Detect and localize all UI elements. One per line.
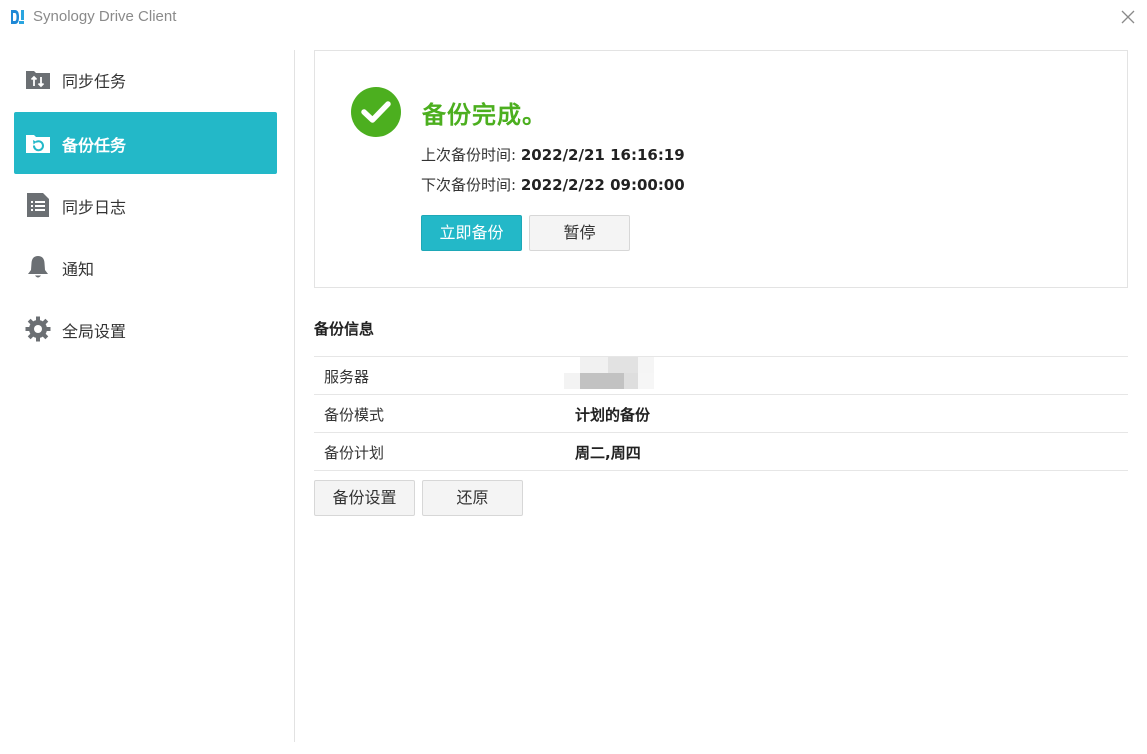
table-row: 备份计划 周二,周四	[314, 432, 1128, 471]
title-bar: Synology Drive Client	[0, 0, 1147, 34]
next-backup-label: 下次备份时间:	[421, 176, 521, 194]
sidebar-item-backup-tasks[interactable]: 备份任务	[14, 112, 277, 174]
sync-folder-icon	[26, 71, 50, 89]
bell-icon	[28, 256, 48, 278]
last-backup-label: 上次备份时间:	[421, 146, 521, 164]
backup-settings-button[interactable]: 备份设置	[314, 480, 415, 516]
pause-button[interactable]: 暂停	[529, 215, 630, 251]
next-backup-time: 下次备份时间: 2022/2/22 09:00:00	[421, 174, 685, 195]
backup-folder-icon	[26, 135, 50, 153]
backup-info-title: 备份信息	[314, 320, 375, 338]
sidebar-item-global-settings[interactable]: 全局设置	[14, 298, 277, 360]
sidebar-item-label: 通知	[62, 260, 95, 279]
backup-mode-key: 备份模式	[324, 406, 385, 424]
server-key: 服务器	[324, 368, 370, 386]
sidebar-divider	[294, 50, 295, 742]
sidebar-item-label: 备份任务	[62, 136, 127, 155]
log-list-icon	[27, 193, 49, 217]
backup-schedule-value: 周二,周四	[575, 444, 641, 462]
backup-info-table: 服务器 备份模式 计划的备份 备份计划 周二,周四	[314, 356, 1128, 471]
backup-mode-value: 计划的备份	[575, 406, 651, 424]
restore-button[interactable]: 还原	[422, 480, 523, 516]
close-icon[interactable]	[1119, 8, 1137, 26]
check-circle-icon	[351, 87, 401, 137]
synology-drive-logo-icon	[10, 9, 26, 25]
gear-icon	[25, 316, 51, 342]
table-row: 服务器	[314, 356, 1128, 394]
sidebar: 同步任务 备份任务 同步日志 通知 全局设置	[0, 48, 294, 748]
backup-schedule-key: 备份计划	[324, 444, 385, 462]
status-title: 备份完成。	[422, 101, 547, 129]
app-title: Synology Drive Client	[33, 8, 177, 25]
sidebar-item-sync-log[interactable]: 同步日志	[14, 174, 277, 236]
sidebar-item-label: 同步任务	[62, 72, 127, 91]
sidebar-item-label: 同步日志	[62, 198, 127, 217]
backup-status-card: 备份完成。 上次备份时间: 2022/2/21 16:16:19 下次备份时间:…	[314, 50, 1128, 288]
table-row: 备份模式 计划的备份	[314, 394, 1128, 432]
backup-now-button[interactable]: 立即备份	[421, 215, 522, 251]
last-backup-value: 2022/2/21 16:16:19	[520, 146, 685, 164]
next-backup-value: 2022/2/22 09:00:00	[520, 176, 685, 194]
sidebar-item-label: 全局设置	[62, 322, 127, 341]
redacted-server-value	[564, 357, 654, 389]
last-backup-time: 上次备份时间: 2022/2/21 16:16:19	[421, 144, 685, 165]
sidebar-item-sync-tasks[interactable]: 同步任务	[14, 48, 277, 110]
sidebar-item-notifications[interactable]: 通知	[14, 236, 277, 298]
